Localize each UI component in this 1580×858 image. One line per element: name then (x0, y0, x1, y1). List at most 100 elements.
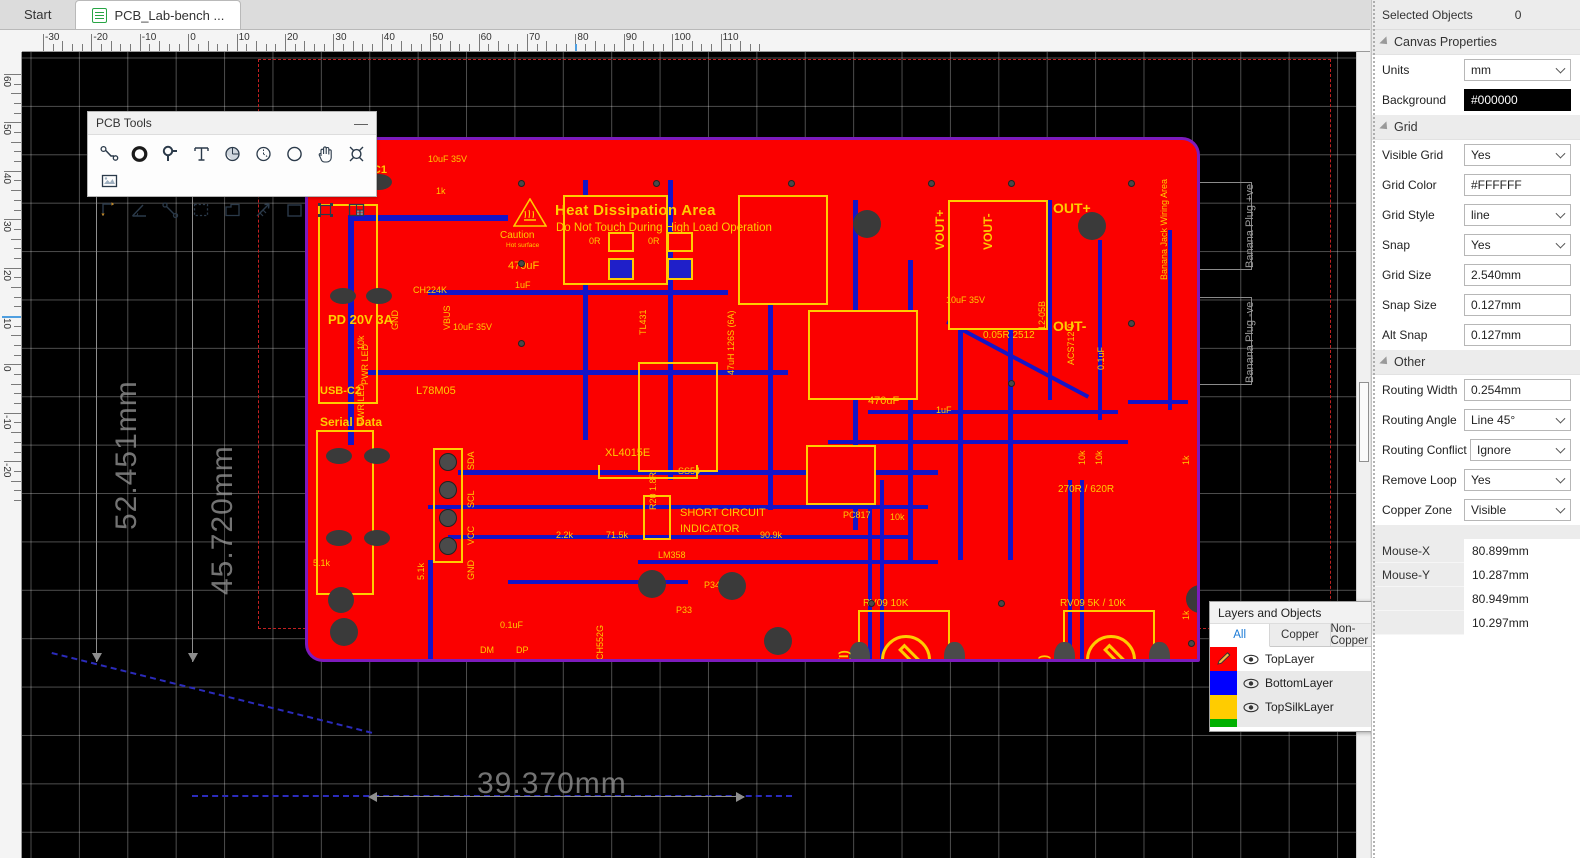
ruler-tick (139, 34, 141, 51)
layer-color-swatch[interactable] (1210, 647, 1237, 671)
ruler-cursor-indicator (2, 316, 21, 318)
snap-select[interactable]: Yes (1464, 234, 1571, 256)
circle-tool[interactable] (279, 140, 309, 167)
ruler-minor-tick (352, 41, 354, 51)
rectangle-tool[interactable] (279, 196, 309, 223)
layer-color-swatch[interactable] (1210, 719, 1237, 727)
ruler-minor-tick (11, 335, 21, 337)
hole-tool[interactable] (341, 140, 371, 167)
polyline-tool[interactable] (156, 196, 186, 223)
via (788, 180, 795, 187)
mount-hole-bot-mid3 (764, 627, 792, 655)
panel-drag-edge[interactable] (1372, 0, 1377, 858)
ruler-minor-tick (304, 41, 306, 51)
visible-grid-select[interactable]: Yes (1464, 144, 1571, 166)
chevron-down-icon (1379, 36, 1391, 48)
heat-area-title: Heat Dissipation Area (555, 202, 716, 219)
ruler-minor-tick (488, 44, 490, 51)
eye-icon[interactable] (1237, 678, 1265, 689)
ruler-tick (478, 34, 480, 51)
grid-style-select[interactable]: line (1464, 204, 1571, 226)
pcb-tools-titlebar[interactable]: PCB Tools — (88, 112, 376, 135)
visible-grid-value: Yes (1471, 148, 1491, 162)
track-tool[interactable] (94, 140, 124, 167)
snap-size-field[interactable]: 0.127mm (1464, 294, 1571, 316)
layer-color-swatch[interactable] (1210, 671, 1237, 695)
i2c-pin-3 (439, 509, 457, 527)
ruler-minor-tick (149, 44, 151, 51)
routing-width-field[interactable]: 0.254mm (1464, 379, 1571, 401)
layer-color-swatch[interactable] (1210, 695, 1237, 719)
group-other[interactable]: Other (1372, 350, 1580, 375)
usb-c1-pad-4 (366, 288, 392, 304)
angle-tool[interactable] (125, 196, 155, 223)
eye-icon[interactable] (1237, 702, 1265, 713)
arc-tool[interactable] (218, 140, 248, 167)
heat-area-subtitle: Do Not Touch During High Load Operation (556, 222, 772, 234)
pcb-tools-palette[interactable]: PCB Tools — (87, 111, 377, 218)
silk-current-label: Current (I) (836, 650, 851, 659)
ruler-minor-tick (401, 41, 403, 51)
routing-conflict-select[interactable]: Ignore (1470, 439, 1571, 461)
ruler-minor-tick (14, 296, 21, 298)
tab-copper[interactable]: Copper (1270, 624, 1331, 646)
routing-angle-select[interactable]: Line 45° (1464, 409, 1571, 431)
marquee-select-tool[interactable] (187, 196, 217, 223)
arc-3point-tool[interactable] (248, 140, 278, 167)
eye-icon[interactable] (1237, 654, 1265, 665)
minimize-icon[interactable]: — (354, 116, 368, 130)
pad-0r-1 (608, 232, 634, 252)
pad-0r-2b (667, 258, 693, 280)
measure-tool[interactable] (248, 196, 278, 223)
tab-pcb-document[interactable]: PCB_Lab-bench ... (75, 0, 242, 29)
ruler-top[interactable]: -30 -20 -10 0 10 20 30 40 50 60 70 80 90 100 110 (22, 30, 1370, 52)
pcb-tools-row-1 (88, 135, 376, 196)
ruler-minor-tick (275, 44, 277, 51)
scrollbar-thumb[interactable] (1359, 382, 1369, 462)
text-tool[interactable] (187, 140, 217, 167)
remove-loop-select[interactable]: Yes (1464, 469, 1571, 491)
background-color-value: #000000 (1471, 93, 1518, 107)
alt-snap-field[interactable]: 0.127mm (1464, 324, 1571, 346)
grid-color-field[interactable]: #FFFFFF (1464, 174, 1571, 196)
canvas-vertical-scrollbar[interactable] (1356, 52, 1370, 858)
ruler-minor-tick (604, 44, 606, 51)
pad-tool[interactable] (156, 140, 186, 167)
ruler-minor-tick (11, 141, 21, 143)
via-tool[interactable] (125, 140, 155, 167)
units-select[interactable]: mm (1464, 59, 1571, 81)
tab-all[interactable]: All (1210, 624, 1271, 647)
background-color-field[interactable]: #000000 (1464, 89, 1571, 111)
tab-start[interactable]: Start (0, 0, 75, 29)
silk-90p9k: 90.9k (760, 530, 783, 540)
via (868, 600, 875, 607)
grid-size-field[interactable]: 2.540mm (1464, 264, 1571, 286)
property-label: Background (1382, 93, 1447, 107)
copper-area-tool[interactable] (218, 196, 248, 223)
selected-objects-row: Selected Objects 0 (1372, 0, 1580, 30)
dimension-tool[interactable] (94, 196, 124, 223)
property-label: Snap (1382, 238, 1411, 252)
ruler-label: 0 (1, 366, 12, 372)
group-grid[interactable]: Grid (1372, 115, 1580, 140)
ruler-left[interactable]: 60 50 40 30 20 10 0 -10 -20 (0, 52, 22, 858)
chevron-down-icon (1555, 208, 1566, 219)
ruler-minor-tick (226, 44, 228, 51)
panelize-tool[interactable] (341, 196, 371, 223)
property-label: Alt Snap (1382, 328, 1428, 342)
ruler-minor-tick (585, 44, 587, 51)
silk-71p5k: 71.5k (606, 530, 629, 540)
ruler-label: 60 (1, 76, 12, 88)
hand-icon[interactable] (310, 140, 340, 167)
image-tool[interactable] (94, 167, 124, 194)
inductor-outline (638, 362, 718, 472)
ruler-label: 110 (722, 32, 739, 43)
pcb-board[interactable]: Caution Hot surface Heat Dissipation Are… (305, 137, 1200, 662)
silk-10k-2: 10k (890, 512, 905, 522)
ruler-minor-tick (255, 41, 257, 51)
group-tool[interactable] (310, 196, 340, 223)
mount-hole-top-right (1078, 212, 1106, 240)
group-canvas-properties[interactable]: Canvas Properties (1372, 30, 1580, 55)
copper-zone-select[interactable]: Visible (1464, 499, 1571, 521)
silk-short-circuit-line2: INDICATOR (680, 523, 740, 535)
